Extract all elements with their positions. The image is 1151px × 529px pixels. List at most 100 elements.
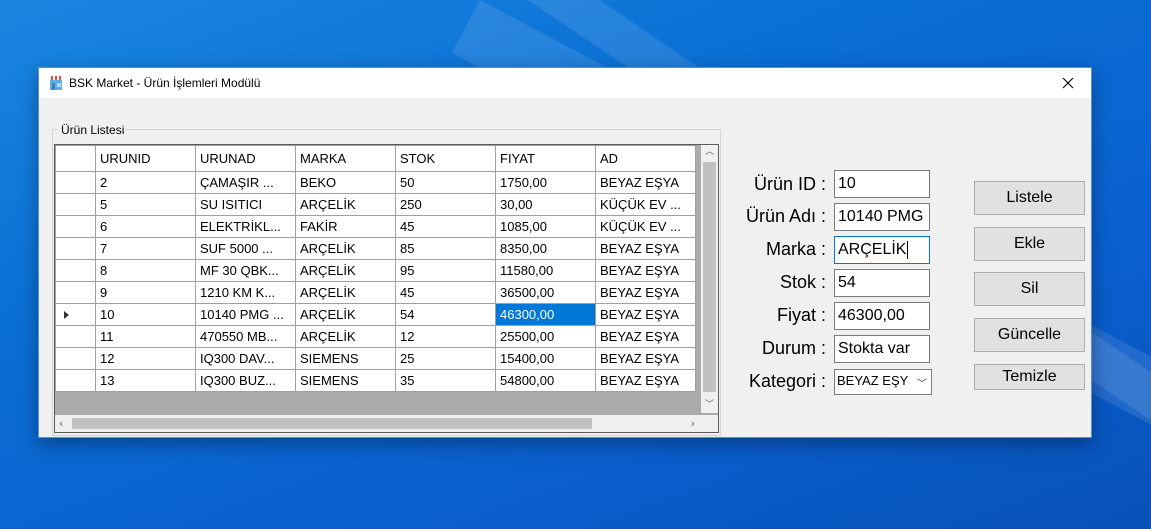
cell[interactable]: 35 <box>395 369 496 392</box>
column-header[interactable]: STOK <box>395 145 496 172</box>
column-header[interactable]: MARKA <box>295 145 396 172</box>
category-select[interactable]: BEYAZ EŞY ﹀ <box>834 369 932 395</box>
cell[interactable]: 9 <box>95 281 196 304</box>
price-field[interactable]: 46300,00 <box>834 302 930 330</box>
horizontal-scroll-thumb[interactable] <box>72 418 592 429</box>
title-bar[interactable]: BSK Market - Ürün İşlemleri Modülü <box>39 68 1091 98</box>
brand-field[interactable]: ARÇELİK <box>834 236 930 264</box>
cell[interactable]: BEYAZ EŞYA <box>595 171 696 194</box>
cell[interactable]: BEYAZ EŞYA <box>595 347 696 370</box>
cell[interactable]: BEYAZ EŞYA <box>595 237 696 260</box>
cell[interactable]: 6 <box>95 215 196 238</box>
cell[interactable]: ARÇELİK <box>295 325 396 348</box>
cell[interactable]: 95 <box>395 259 496 282</box>
cell[interactable]: 1085,00 <box>495 215 596 238</box>
scroll-left-icon[interactable]: ‹ <box>59 418 63 429</box>
list-button[interactable]: Listele <box>974 181 1085 215</box>
cell[interactable]: ARÇELİK <box>295 281 396 304</box>
update-button[interactable]: Güncelle <box>974 318 1085 352</box>
row-header[interactable] <box>55 369 96 392</box>
cell[interactable]: 13 <box>95 369 196 392</box>
column-header[interactable]: URUNAD <box>195 145 296 172</box>
cell[interactable]: BEYAZ EŞYA <box>595 325 696 348</box>
row-header[interactable] <box>55 171 96 194</box>
cell[interactable]: 10 <box>95 303 196 326</box>
cell[interactable]: BEYAZ EŞYA <box>595 303 696 326</box>
cell[interactable]: IQ300 DAV... <box>195 347 296 370</box>
cell[interactable]: 7 <box>95 237 196 260</box>
cell[interactable]: MF 30 QBK... <box>195 259 296 282</box>
row-header[interactable] <box>55 237 96 260</box>
column-header[interactable]: URUNID <box>95 145 196 172</box>
cell[interactable]: BEYAZ EŞYA <box>595 281 696 304</box>
products-grid[interactable]: URUNID URUNAD MARKA STOK FIYAT AD 2 ÇAMA… <box>54 144 719 433</box>
cell[interactable]: 45 <box>395 281 496 304</box>
cell[interactable]: 85 <box>395 237 496 260</box>
stock-field[interactable]: 54 <box>834 269 930 297</box>
cell[interactable]: SU ISITICI <box>195 193 296 216</box>
cell[interactable]: IQ300 BUZ... <box>195 369 296 392</box>
vertical-scrollbar[interactable]: ︿ ﹀ <box>701 145 718 413</box>
column-header[interactable]: FIYAT <box>495 145 596 172</box>
cell[interactable]: 36500,00 <box>495 281 596 304</box>
cell[interactable]: ARÇELİK <box>295 303 396 326</box>
table-row[interactable]: 8 MF 30 QBK... ARÇELİK 95 11580,00 BEYAZ… <box>55 259 696 282</box>
row-header[interactable] <box>55 281 96 304</box>
product-name-field[interactable]: 10140 PMG <box>834 203 930 231</box>
table-row[interactable]: 6 ELEKTRİKL... FAKİR 45 1085,00 KÜÇÜK EV… <box>55 215 696 238</box>
cell[interactable]: ÇAMAŞIR ... <box>195 171 296 194</box>
cell[interactable]: 30,00 <box>495 193 596 216</box>
scroll-right-icon[interactable]: › <box>691 418 695 429</box>
table-row[interactable]: 13 IQ300 BUZ... SIEMENS 35 54800,00 BEYA… <box>55 369 696 392</box>
row-header[interactable] <box>55 347 96 370</box>
table-row-current[interactable]: 10 10140 PMG ... ARÇELİK 54 46300,00 BEY… <box>55 303 696 326</box>
close-button[interactable] <box>1045 68 1091 98</box>
column-header[interactable]: AD <box>595 145 696 172</box>
delete-button[interactable]: Sil <box>974 272 1085 306</box>
product-id-field[interactable]: 10 <box>834 170 930 198</box>
cell[interactable]: ARÇELİK <box>295 259 396 282</box>
cell[interactable]: 54800,00 <box>495 369 596 392</box>
cell[interactable]: KÜÇÜK EV ... <box>595 193 696 216</box>
table-row[interactable]: 5 SU ISITICI ARÇELİK 250 30,00 KÜÇÜK EV … <box>55 193 696 216</box>
scroll-down-icon[interactable]: ﹀ <box>705 401 714 410</box>
cell[interactable]: 12 <box>395 325 496 348</box>
cell[interactable]: 2 <box>95 171 196 194</box>
cell[interactable]: 470550 MB... <box>195 325 296 348</box>
horizontal-scrollbar[interactable]: ‹ › <box>55 415 701 432</box>
cell[interactable]: BEYAZ EŞYA <box>595 259 696 282</box>
row-header[interactable] <box>55 325 96 348</box>
cell[interactable]: 11 <box>95 325 196 348</box>
scroll-up-icon[interactable]: ︿ <box>705 148 714 157</box>
status-field[interactable]: Stokta var <box>834 335 930 363</box>
table-row[interactable]: 9 1210 KM K... ARÇELİK 45 36500,00 BEYAZ… <box>55 281 696 304</box>
cell[interactable]: FAKİR <box>295 215 396 238</box>
cell[interactable]: 5 <box>95 193 196 216</box>
cell[interactable]: SIEMENS <box>295 369 396 392</box>
cell[interactable]: ARÇELİK <box>295 237 396 260</box>
cell[interactable]: 25 <box>395 347 496 370</box>
cell[interactable]: 15400,00 <box>495 347 596 370</box>
cell[interactable]: KÜÇÜK EV ... <box>595 215 696 238</box>
table-row[interactable]: 7 SUF 5000 ... ARÇELİK 85 8350,00 BEYAZ … <box>55 237 696 260</box>
row-header[interactable] <box>55 303 96 326</box>
cell[interactable]: 25500,00 <box>495 325 596 348</box>
cell[interactable]: ARÇELİK <box>295 193 396 216</box>
row-header[interactable] <box>55 259 96 282</box>
table-row[interactable]: 2 ÇAMAŞIR ... BEKO 50 1750,00 BEYAZ EŞYA <box>55 171 696 194</box>
cell[interactable]: 1750,00 <box>495 171 596 194</box>
selected-cell[interactable]: 46300,00 <box>495 303 596 326</box>
cell[interactable]: BEKO <box>295 171 396 194</box>
row-header[interactable] <box>55 215 96 238</box>
cell[interactable]: 11580,00 <box>495 259 596 282</box>
cell[interactable]: 250 <box>395 193 496 216</box>
table-row[interactable]: 12 IQ300 DAV... SIEMENS 25 15400,00 BEYA… <box>55 347 696 370</box>
table-row[interactable]: 11 470550 MB... ARÇELİK 12 25500,00 BEYA… <box>55 325 696 348</box>
cell[interactable]: 12 <box>95 347 196 370</box>
cell[interactable]: 10140 PMG ... <box>195 303 296 326</box>
cell[interactable]: ELEKTRİKL... <box>195 215 296 238</box>
cell[interactable]: 8350,00 <box>495 237 596 260</box>
cell[interactable]: 54 <box>395 303 496 326</box>
cell[interactable]: SIEMENS <box>295 347 396 370</box>
cell[interactable]: 1210 KM K... <box>195 281 296 304</box>
